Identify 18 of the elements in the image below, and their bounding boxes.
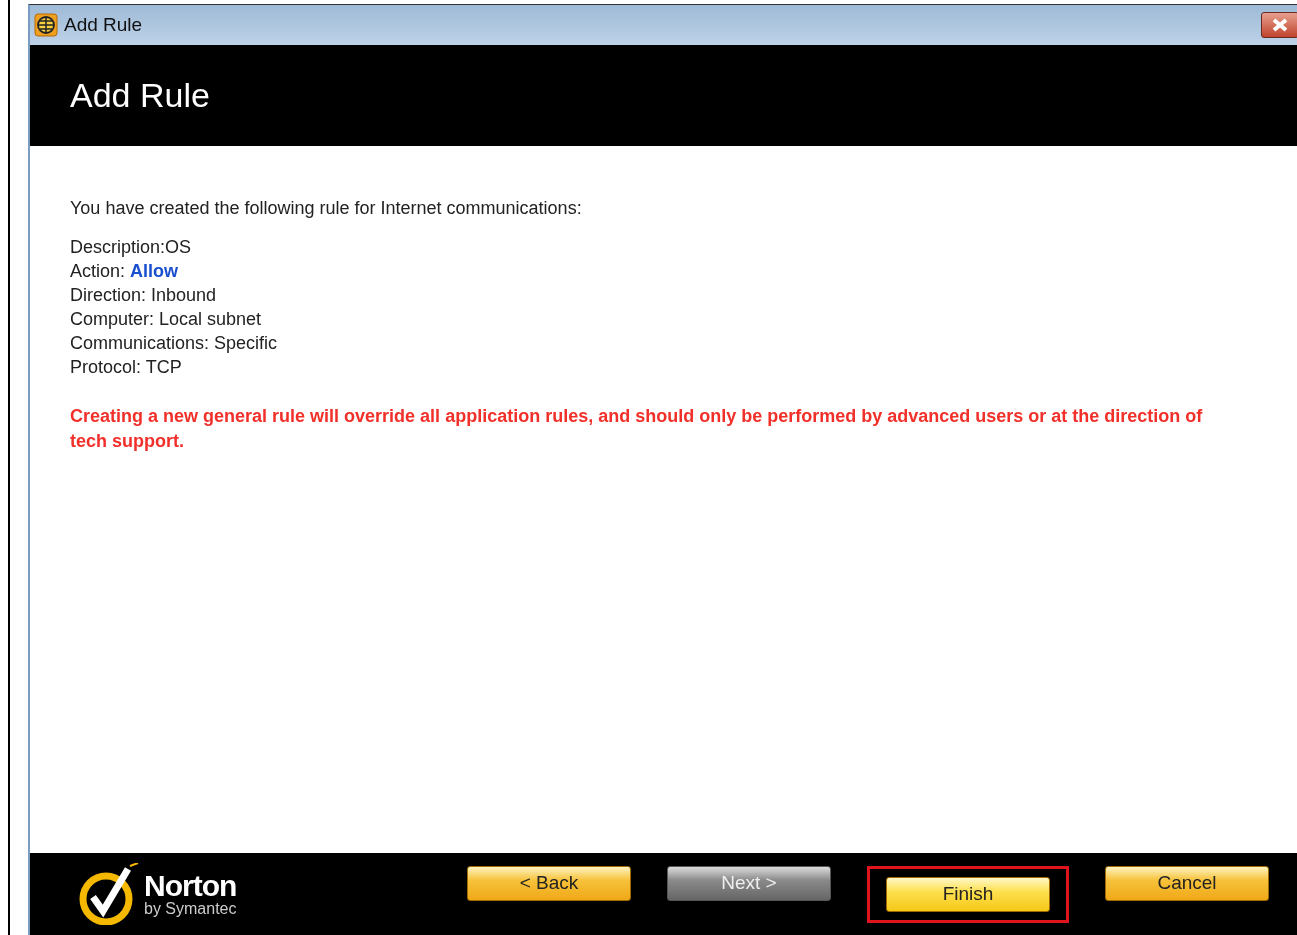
- intro-text: You have created the following rule for Internet communications:: [70, 198, 583, 219]
- rule-detail: Action: Allow: [70, 261, 180, 282]
- brand-tagline: by Symantec: [144, 901, 237, 917]
- wizard-button[interactable]: Finish: [886, 876, 1050, 912]
- brand-name: Norton: [144, 871, 237, 901]
- rule-detail: Protocol: TCP: [70, 357, 183, 378]
- warning-text: Creating a new general rule will override all application rules, and should only be performed by advanced users or at the direction of tech support.: [70, 405, 1204, 453]
- rule-detail: Direction: Inbound: [70, 285, 218, 306]
- rule-detail: Computer: Local subnet: [70, 309, 263, 330]
- close-icon: [1271, 18, 1289, 32]
- rule-detail: Description:OS: [70, 237, 193, 258]
- wizard-button[interactable]: Cancel: [1105, 865, 1269, 901]
- wizard-button[interactable]: < Back: [467, 865, 631, 901]
- close-button[interactable]: [1261, 12, 1297, 38]
- globe-icon: [34, 13, 58, 37]
- window-title: Add Rule: [64, 14, 143, 36]
- rule-detail: Communications: Specific: [70, 333, 279, 354]
- page-heading: Add Rule: [70, 76, 210, 115]
